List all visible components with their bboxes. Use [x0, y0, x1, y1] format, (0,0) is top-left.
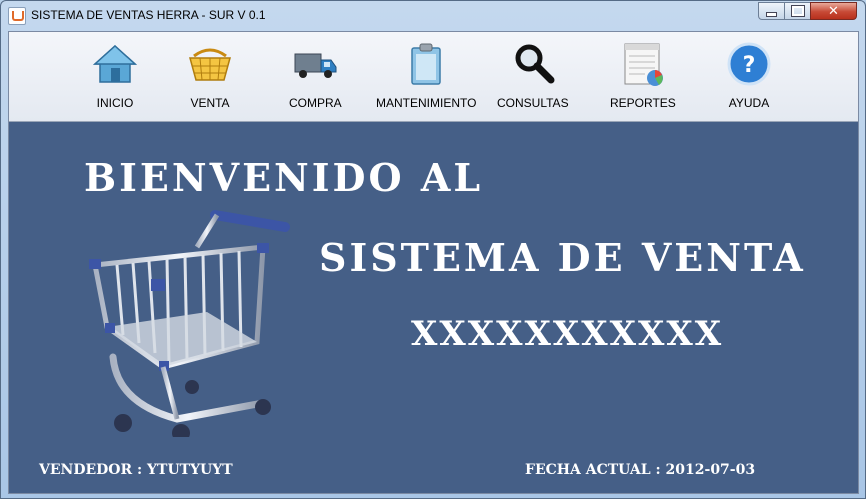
- toolbar-venta-button[interactable]: VENTA: [186, 40, 234, 110]
- clipboard-icon: [411, 43, 441, 85]
- client-area: INICIO VENTA COMPRA MANTENIMIENTO CONSUL…: [8, 31, 859, 494]
- toolbar-label: VENTA: [190, 96, 230, 110]
- magnifier-icon: [515, 44, 555, 84]
- toolbar-mantenimiento-button[interactable]: MANTENIMIENTO: [376, 40, 476, 110]
- vendedor-label: VENDEDOR : YTUTYUYT: [39, 462, 233, 478]
- toolbar-ayuda-button[interactable]: ? AYUDA: [725, 40, 773, 110]
- welcome-line-1: BIENVENIDO AL: [84, 155, 484, 200]
- java-cup-icon: [8, 7, 26, 25]
- toolbar-consultas-button[interactable]: CONSULTAS: [497, 40, 569, 110]
- fecha-actual-label: FECHA ACTUAL : 2012-07-03: [525, 462, 756, 478]
- toolbar-inicio-button[interactable]: INICIO: [91, 40, 139, 110]
- toolbar-label: CONSULTAS: [497, 96, 569, 110]
- window-title: SISTEMA DE VENTAS HERRA - SUR V 0.1: [31, 8, 266, 22]
- main-toolbar: INICIO VENTA COMPRA MANTENIMIENTO CONSUL…: [9, 32, 858, 122]
- shopping-cart-icon: [89, 210, 290, 437]
- toolbar-label: COMPRA: [289, 96, 342, 110]
- toolbar-label: INICIO: [96, 96, 134, 110]
- close-icon: ✕: [828, 3, 839, 19]
- maximize-button[interactable]: [784, 2, 811, 20]
- toolbar-reportes-button[interactable]: REPORTES: [610, 40, 676, 110]
- minimize-button[interactable]: [758, 2, 785, 20]
- home-icon: [93, 44, 137, 83]
- maximize-icon: [790, 5, 805, 17]
- truck-icon: [294, 53, 337, 78]
- report-chart-icon: [624, 43, 663, 86]
- toolbar-label: AYUDA: [728, 96, 770, 110]
- app-window: SISTEMA DE VENTAS HERRA - SUR V 0.1 ✕ IN…: [0, 0, 866, 499]
- help-icon: ?: [727, 42, 771, 86]
- toolbar-label: MANTENIMIENTO: [376, 96, 477, 110]
- company-name: XXXXXXXXXXX: [411, 314, 724, 354]
- welcome-panel: BIENVENIDO AL SISTEMA DE VENTA XXXXXXXXX…: [9, 122, 858, 493]
- minimize-icon: [766, 11, 777, 17]
- close-button[interactable]: ✕: [810, 2, 857, 20]
- title-bar[interactable]: SISTEMA DE VENTAS HERRA - SUR V 0.1 ✕: [1, 1, 865, 31]
- toolbar-label: REPORTES: [610, 96, 676, 110]
- basket-icon: [189, 48, 231, 81]
- svg-text:?: ?: [743, 53, 756, 78]
- toolbar-compra-button[interactable]: COMPRA: [289, 40, 342, 110]
- welcome-line-2: SISTEMA DE VENTA: [319, 235, 806, 280]
